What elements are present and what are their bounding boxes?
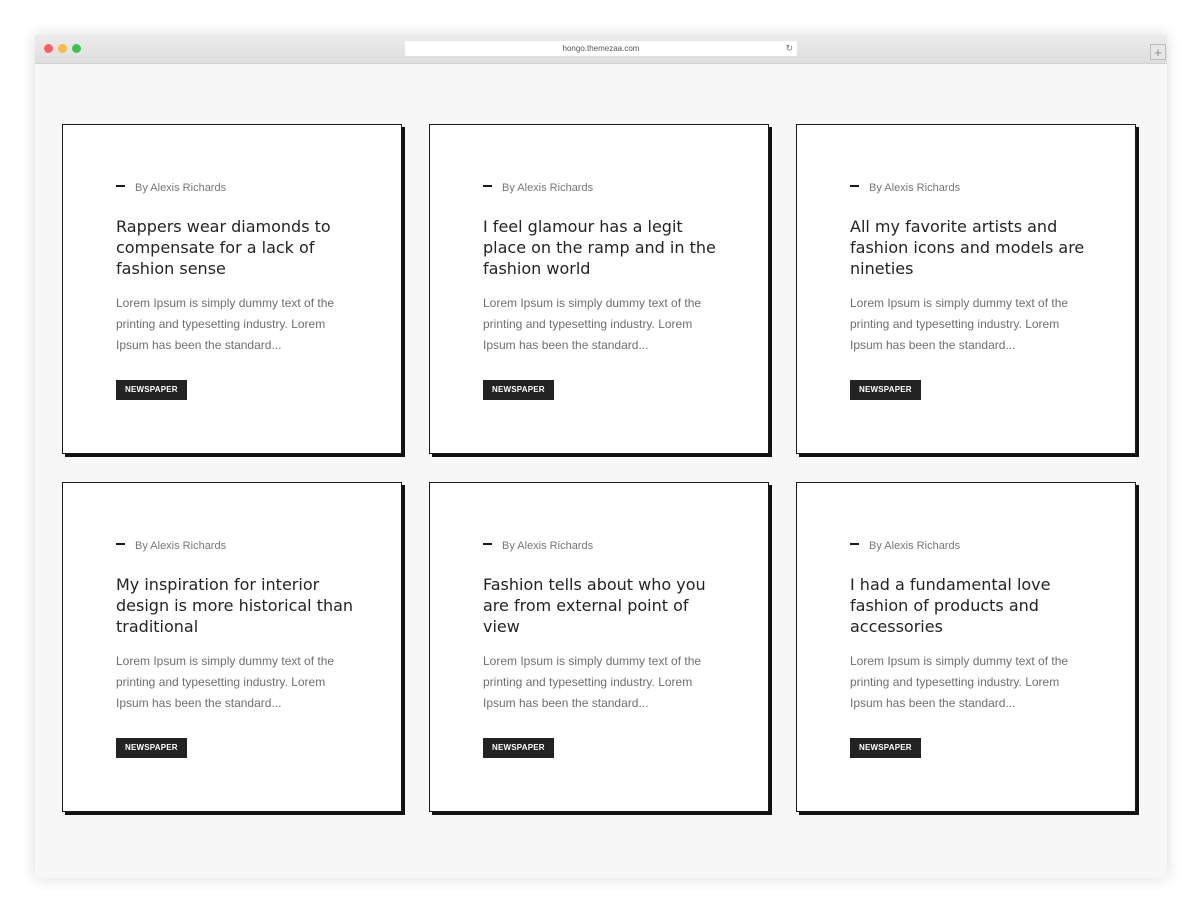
blog-card[interactable]: By Alexis Richards I feel glamour has a … (429, 124, 769, 454)
dash-separator (850, 543, 859, 546)
reload-icon[interactable]: ↻ (785, 41, 793, 56)
author-byline: By Alexis Richards (483, 182, 593, 194)
browser-titlebar: hongo.themezaa.com ↻ + (35, 35, 1167, 64)
author-name[interactable]: By Alexis Richards (135, 540, 226, 552)
blog-card[interactable]: By Alexis Richards All my favorite artis… (796, 124, 1136, 454)
author-name[interactable]: By Alexis Richards (869, 540, 960, 552)
category-tag[interactable]: NEWSPAPER (483, 738, 554, 758)
author-byline: By Alexis Richards (116, 182, 226, 194)
category-tag[interactable]: NEWSPAPER (850, 380, 921, 400)
category-tag[interactable]: NEWSPAPER (116, 738, 187, 758)
author-byline: By Alexis Richards (850, 540, 960, 552)
post-excerpt: Lorem Ipsum is simply dummy text of the … (850, 296, 1069, 352)
dash-separator (483, 543, 492, 546)
author-name[interactable]: By Alexis Richards (135, 182, 226, 194)
minimize-window-button[interactable] (58, 44, 67, 53)
close-window-button[interactable] (44, 44, 53, 53)
maximize-window-button[interactable] (72, 44, 81, 53)
dash-separator (483, 185, 492, 188)
browser-window: hongo.themezaa.com ↻ + By Alexis Richard… (35, 35, 1167, 878)
blog-card[interactable]: By Alexis Richards My inspiration for in… (62, 482, 402, 812)
new-tab-button[interactable]: + (1150, 44, 1166, 60)
post-excerpt: Lorem Ipsum is simply dummy text of the … (483, 296, 702, 352)
dash-separator (116, 543, 125, 546)
address-bar[interactable]: hongo.themezaa.com ↻ (405, 41, 797, 56)
author-name[interactable]: By Alexis Richards (502, 540, 593, 552)
category-tag[interactable]: NEWSPAPER (850, 738, 921, 758)
post-excerpt: Lorem Ipsum is simply dummy text of the … (116, 296, 335, 352)
post-title[interactable]: All my favorite artists and fashion icon… (850, 216, 1090, 279)
post-title[interactable]: My inspiration for interior design is mo… (116, 574, 356, 637)
post-title[interactable]: Fashion tells about who you are from ext… (483, 574, 723, 637)
author-name[interactable]: By Alexis Richards (502, 182, 593, 194)
blog-card[interactable]: By Alexis Richards I had a fundamental l… (796, 482, 1136, 812)
address-bar-url: hongo.themezaa.com (562, 44, 640, 53)
author-byline: By Alexis Richards (850, 182, 960, 194)
dash-separator (850, 185, 859, 188)
author-byline: By Alexis Richards (116, 540, 226, 552)
post-excerpt: Lorem Ipsum is simply dummy text of the … (116, 654, 335, 710)
post-excerpt: Lorem Ipsum is simply dummy text of the … (850, 654, 1069, 710)
post-title[interactable]: I feel glamour has a legit place on the … (483, 216, 723, 279)
category-tag[interactable]: NEWSPAPER (483, 380, 554, 400)
dash-separator (116, 185, 125, 188)
post-title[interactable]: Rappers wear diamonds to compensate for … (116, 216, 356, 279)
blog-card[interactable]: By Alexis Richards Fashion tells about w… (429, 482, 769, 812)
post-excerpt: Lorem Ipsum is simply dummy text of the … (483, 654, 702, 710)
post-title[interactable]: I had a fundamental love fashion of prod… (850, 574, 1090, 637)
category-tag[interactable]: NEWSPAPER (116, 380, 187, 400)
author-name[interactable]: By Alexis Richards (869, 182, 960, 194)
author-byline: By Alexis Richards (483, 540, 593, 552)
blog-card[interactable]: By Alexis Richards Rappers wear diamonds… (62, 124, 402, 454)
